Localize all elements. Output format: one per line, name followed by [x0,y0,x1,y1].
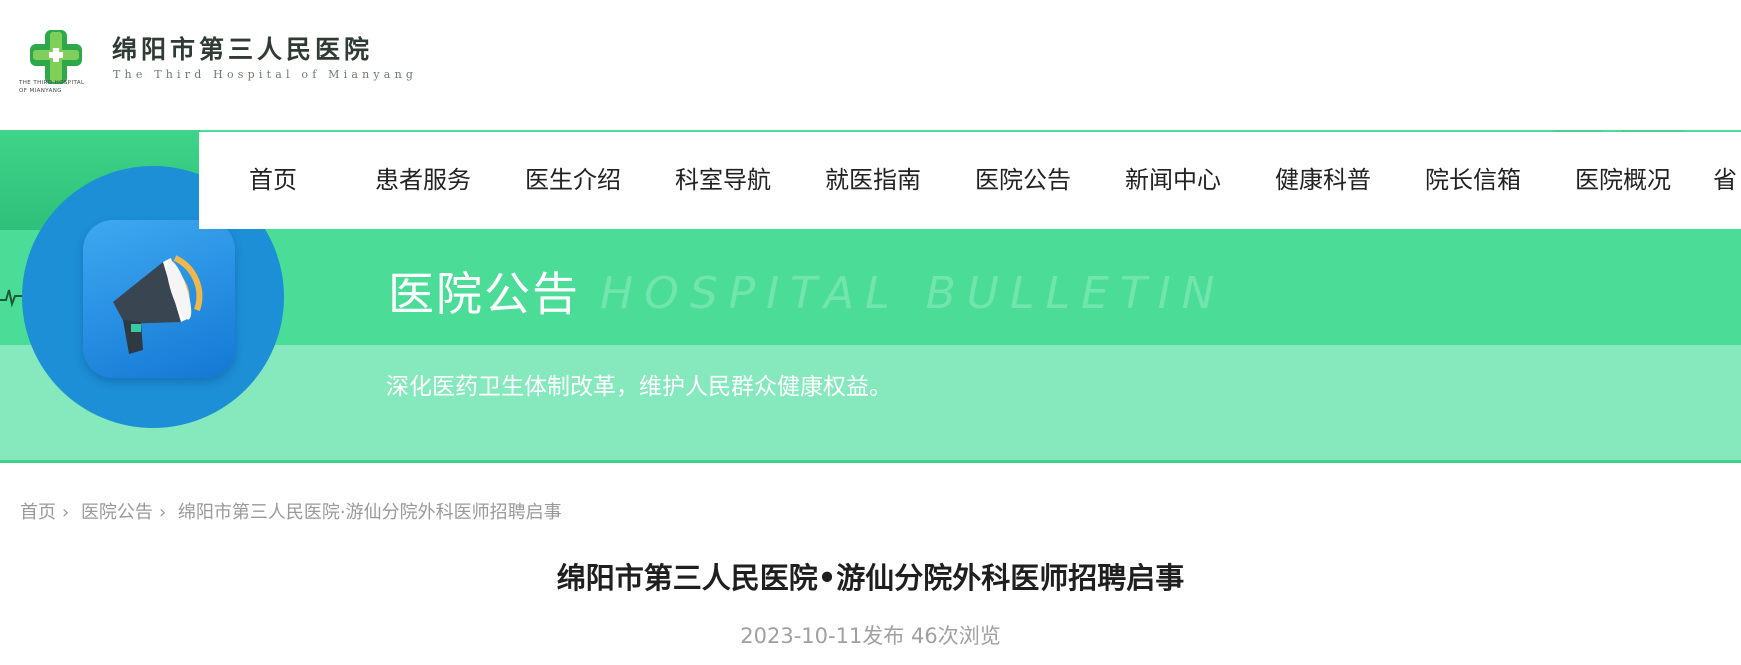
nav-item-overview[interactable]: 医院概况 [1575,132,1671,229]
nav-item-patient-services[interactable]: 患者服务 [375,132,471,229]
logo-tiny-en-2: OF MIANYANG [19,88,62,94]
article-meta: 2023-10-11发布 46次浏览 [740,624,1001,648]
nav-item-health[interactable]: 健康科普 [1275,132,1371,229]
main-nav: 首页 患者服务 医生介绍 科室导航 就医指南 医院公告 新闻中心 健康科普 院长… [199,132,1741,229]
megaphone-icon [83,220,235,378]
nav-item-home[interactable]: 首页 [249,132,297,229]
banner-title-en: HOSPITAL BULLETIN [600,268,1226,319]
article-title: 绵阳市第三人民医院•游仙分院外科医师招聘启事 [556,561,1185,595]
logo-tiny-en-1: THE THIRD HOSPITAL [19,80,85,86]
breadcrumb-separator: › [158,502,167,523]
nav-item-visit-guide[interactable]: 就医指南 [825,132,921,229]
hospital-name-en: The Third Hospital of Mianyang [113,68,418,81]
nav-item-mailbox[interactable]: 院长信箱 [1425,132,1521,229]
nav-item-news[interactable]: 新闻中心 [1125,132,1221,229]
breadcrumb-separator: › [62,502,70,523]
nav-item-announcements[interactable]: 医院公告 [975,132,1071,229]
banner-title: 医院公告 [388,267,580,321]
hospital-name[interactable]: 绵阳市第三人民医院 [112,30,373,66]
banner-slogan: 深化医药卫生体制改革，维护人民群众健康权益。 [386,374,892,400]
breadcrumb-current: 绵阳市第三人民医院·游仙分院外科医师招聘启事 [177,502,562,523]
banner-divider [0,460,1741,463]
nav-item-departments[interactable]: 科室导航 [675,132,771,229]
breadcrumb-announcements[interactable]: 医院公告 [81,502,153,523]
nav-item-doctors[interactable]: 医生介绍 [525,132,621,229]
nav-item-more[interactable]: 省 [1713,132,1737,229]
breadcrumb-home[interactable]: 首页 [20,502,56,523]
site-header: THE THIRD HOSPITAL OF MIANYANG 绵阳市第三人民医院… [0,0,1741,130]
breadcrumb: 首页 › 医院公告 › 绵阳市第三人民医院·游仙分院外科医师招聘启事 [20,498,568,524]
